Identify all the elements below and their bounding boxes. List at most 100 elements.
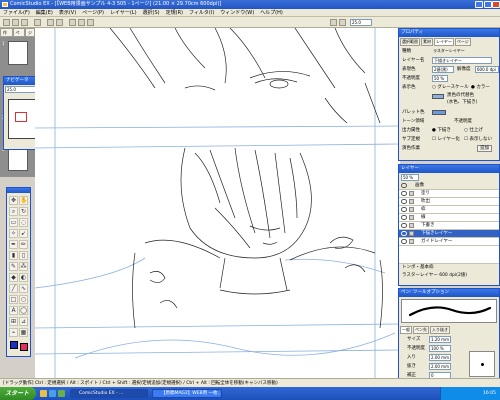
output-finish-radio[interactable]: ○ 仕上げ xyxy=(464,126,483,135)
opacity-input[interactable]: 100 % xyxy=(429,345,451,352)
tab-selection[interactable]: 選択範囲 xyxy=(400,38,420,46)
lock-icon[interactable] xyxy=(409,223,414,228)
menu-window[interactable]: ウィンドウ(W) xyxy=(220,9,254,16)
curve-tool-icon[interactable]: ∿ xyxy=(19,284,28,293)
background-color-swatch[interactable] xyxy=(20,343,28,351)
lock-icon[interactable] xyxy=(409,215,414,220)
lock-icon[interactable] xyxy=(409,207,414,212)
eye-icon[interactable] xyxy=(401,215,407,220)
pen-tool-icon[interactable]: ✒ xyxy=(9,240,18,249)
grayscale-radio[interactable]: ○ グレースケール xyxy=(432,83,469,92)
zoom-tool-icon[interactable]: ⌕ xyxy=(9,207,18,216)
tab-layer[interactable]: レイヤー xyxy=(434,38,454,46)
close-button[interactable] xyxy=(492,1,500,8)
tab-page[interactable]: ペー xyxy=(12,28,25,42)
tab-in-out[interactable]: 入り抜き xyxy=(430,326,450,334)
eye-icon[interactable] xyxy=(401,231,407,236)
new-file-icon[interactable] xyxy=(3,19,10,26)
minimize-button[interactable] xyxy=(475,1,483,8)
page-thumbnail-1[interactable] xyxy=(8,41,28,65)
lock-icon[interactable] xyxy=(409,199,414,204)
eye-icon[interactable] xyxy=(401,199,407,204)
ellipse-tool-icon[interactable]: ○ xyxy=(19,295,28,304)
marquee-tool-icon[interactable]: ▭ xyxy=(9,218,18,227)
menu-help[interactable]: ヘルプ(H) xyxy=(260,9,283,16)
out-input[interactable]: 2.00 mm xyxy=(429,363,451,370)
alt-color-swatch[interactable] xyxy=(432,94,444,99)
brush-tool-icon[interactable]: ✎ xyxy=(9,262,18,271)
layer-row[interactable]: 塗り xyxy=(399,190,499,198)
menu-layer[interactable]: レイヤー(L) xyxy=(110,9,137,16)
layer-row-selected[interactable]: 下描きレイヤー xyxy=(399,230,499,238)
layer-opacity-input[interactable]: 50 % xyxy=(401,174,419,181)
tab-general[interactable]: 一般 xyxy=(400,326,412,334)
navigator-view-frame[interactable] xyxy=(15,112,27,122)
zoom-in-icon[interactable] xyxy=(339,19,346,26)
maximize-button[interactable] xyxy=(484,1,492,8)
resolution-select[interactable]: 600.0 dpi xyxy=(475,66,499,73)
marker-tool-icon[interactable]: ▮ xyxy=(9,251,18,260)
menu-filter[interactable]: フィルタ(I) xyxy=(189,9,214,16)
layer-row[interactable]: 線 xyxy=(399,214,499,222)
add-button[interactable]: 追加 xyxy=(477,145,492,152)
pencil-tool-icon[interactable]: ✏ xyxy=(19,240,28,249)
layer-row[interactable]: 枠 xyxy=(399,206,499,214)
rect-tool-icon[interactable]: □ xyxy=(9,295,18,304)
hand-tool-icon[interactable]: ✋ xyxy=(19,196,28,205)
frame-tool-icon[interactable]: ⊞ xyxy=(9,317,18,326)
navigator-zoom-input[interactable]: 25.0 xyxy=(5,86,38,93)
undo-icon[interactable] xyxy=(47,19,54,26)
layer-row[interactable]: 下書き xyxy=(399,222,499,230)
open-file-icon[interactable] xyxy=(12,19,19,26)
eye-icon[interactable] xyxy=(401,223,407,228)
object-select-tool-icon[interactable]: ➹ xyxy=(19,229,28,238)
copy-icon[interactable] xyxy=(78,19,85,26)
layer-folder[interactable]: 画像 xyxy=(399,182,499,190)
print-icon[interactable] xyxy=(34,19,41,26)
eye-icon[interactable] xyxy=(401,207,407,212)
expression-select[interactable]: 2値(黒) xyxy=(432,66,454,73)
color-radio[interactable]: ● カラー xyxy=(471,83,490,92)
menu-view[interactable]: 表示(V) xyxy=(59,9,76,16)
redo-icon[interactable] xyxy=(56,19,63,26)
menu-page[interactable]: ページ(P) xyxy=(82,9,104,16)
lock-icon[interactable] xyxy=(409,239,414,244)
eye-icon[interactable] xyxy=(401,191,407,196)
quicklaunch-media-icon[interactable] xyxy=(58,390,65,397)
balloon-tool-icon[interactable]: ◯ xyxy=(19,306,28,315)
start-button[interactable]: スタート xyxy=(0,387,36,400)
tab-pen-tip[interactable]: ペン先 xyxy=(413,326,429,334)
dropper-tool-icon[interactable]: ⌁ xyxy=(9,328,18,337)
zoom-out-icon[interactable] xyxy=(330,19,337,26)
subruler-hide-checkbox[interactable]: ☐ 表示しない xyxy=(464,135,492,144)
ruler-tool-icon[interactable]: ⊿ xyxy=(19,317,28,326)
save-icon[interactable] xyxy=(21,19,28,26)
layer-name-input[interactable]: 下描きレイヤー xyxy=(432,57,492,64)
text-tool-icon[interactable]: A xyxy=(9,306,18,315)
eraser-tool-icon[interactable]: ▯ xyxy=(19,251,28,260)
layer-row[interactable]: ガイドレイヤー xyxy=(399,238,499,246)
quicklaunch-ie-icon[interactable] xyxy=(49,390,56,397)
rotate-tool-icon[interactable]: ↻ xyxy=(19,207,28,216)
cut-icon[interactable] xyxy=(69,19,76,26)
move-tool-icon[interactable]: ✥ xyxy=(9,196,18,205)
airbrush-tool-icon[interactable]: ⁂ xyxy=(19,262,28,271)
menu-select[interactable]: 選択(S) xyxy=(143,9,160,16)
size-input[interactable]: 1.20 mm xyxy=(429,336,451,343)
tab-ji[interactable]: ジ xyxy=(25,28,35,37)
menu-edit[interactable]: 編集(E) xyxy=(36,9,53,16)
eye-icon[interactable] xyxy=(401,183,407,188)
lasso-tool-icon[interactable]: ◌ xyxy=(19,218,28,227)
lock-icon[interactable] xyxy=(409,231,414,236)
output-sketch-radio[interactable]: ● 下描き xyxy=(432,126,451,135)
page-thumbnail-3[interactable] xyxy=(8,147,28,171)
quicklaunch-explorer-icon[interactable] xyxy=(40,390,47,397)
foreground-color-swatch[interactable] xyxy=(10,341,18,349)
menu-ruler[interactable]: 定規(R) xyxy=(166,9,183,16)
line-tool-icon[interactable]: ╱ xyxy=(9,284,18,293)
navigator-preview[interactable] xyxy=(8,99,36,139)
lock-icon[interactable] xyxy=(409,191,414,196)
taskbar-item-comicstudio[interactable]: ComicStudio EX - ... xyxy=(70,389,148,398)
drawing-canvas[interactable] xyxy=(35,28,400,378)
eye-icon[interactable] xyxy=(401,239,407,244)
